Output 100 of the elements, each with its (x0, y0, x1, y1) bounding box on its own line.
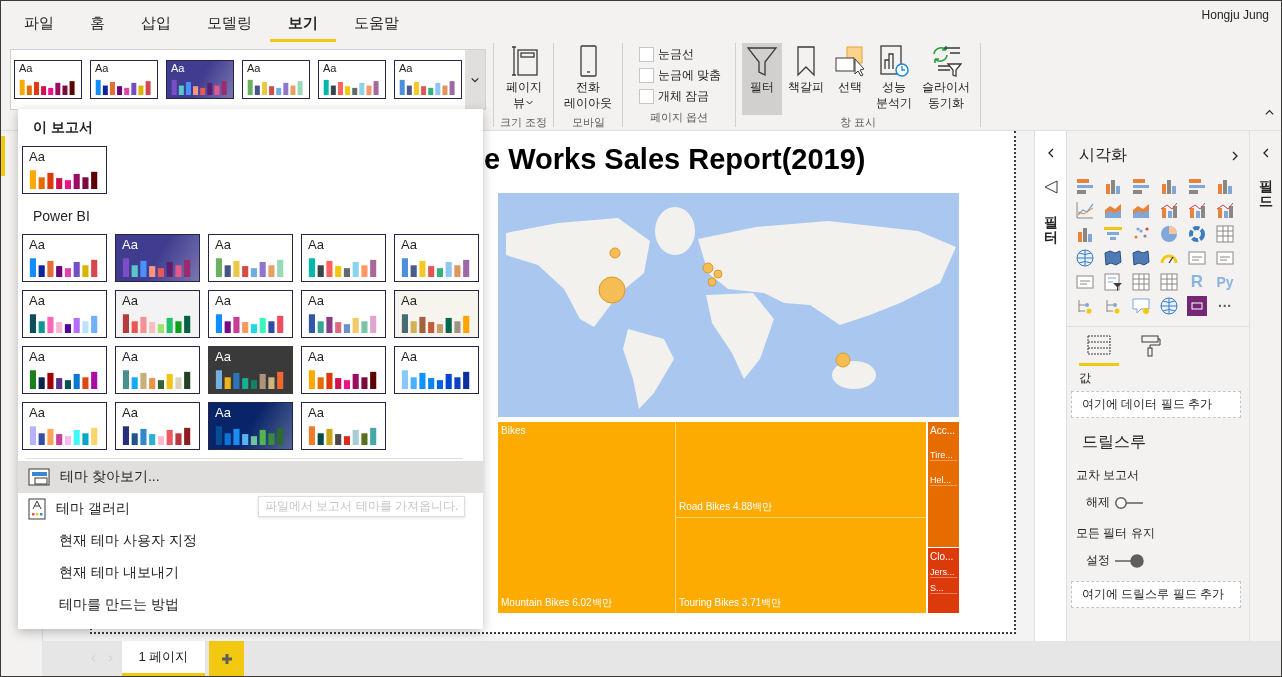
slicer-icon[interactable] (1103, 272, 1123, 292)
well-label: 값 (1078, 370, 1092, 387)
theme-swatch[interactable]: Aa (208, 346, 293, 394)
theme-swatch[interactable]: Aa (242, 60, 310, 99)
plus-icon (220, 652, 233, 665)
theme-swatch[interactable]: Aa (22, 234, 107, 282)
report-title: e Works Sales Report(2019) (484, 142, 867, 177)
theme-swatch[interactable]: Aa (318, 60, 386, 99)
user-name: Hongju Jung (1201, 7, 1270, 22)
filter-icon (1042, 179, 1059, 195)
combo-chart-icon[interactable] (1187, 200, 1207, 220)
custom-visual-icon[interactable] (1187, 296, 1207, 316)
theme-swatch[interactable]: Aa (301, 290, 386, 338)
map-icon[interactable] (1131, 248, 1151, 268)
pie-chart-icon[interactable] (1159, 224, 1179, 244)
menu-tab[interactable]: 홈 (72, 2, 123, 42)
globe-icon[interactable] (1159, 296, 1179, 316)
menu-tab[interactable]: 보기 (270, 2, 336, 42)
page-tab[interactable]: 1 페이지 (122, 641, 205, 676)
theme-swatch[interactable]: Aa (14, 60, 82, 99)
option-label: 교차 보고서 (1075, 467, 1141, 484)
theme-swatch[interactable]: Aa (22, 346, 107, 394)
drop-zone[interactable]: 여기에 드릴스루 필드 추가 (1071, 581, 1241, 608)
theme-swatch[interactable]: Aa (301, 346, 386, 394)
treemap-tile-label: S... (930, 582, 957, 594)
globe-icon[interactable] (1075, 248, 1095, 268)
theme-swatch[interactable]: Aa (301, 234, 386, 282)
treemap-tile-label: Tire... (930, 450, 957, 461)
ribbon-button[interactable]: 책갈피 (784, 43, 829, 116)
line-chart-icon[interactable] (1075, 200, 1095, 220)
theme-swatch[interactable]: Aa (394, 234, 479, 282)
ribbon-button[interactable]: 페이지 뷰 (501, 43, 546, 116)
bar-chart-icon[interactable] (1187, 176, 1207, 196)
combo-chart-icon[interactable] (1159, 200, 1179, 220)
table-icon[interactable] (1159, 272, 1179, 292)
pane-label[interactable]: 필드 (1258, 179, 1273, 210)
toggle-state-label: 설정 (1086, 552, 1110, 569)
group-label: 페이지 옵션 (650, 110, 709, 125)
treemap-group-label: Acc... (930, 425, 956, 436)
menu-item[interactable]: 테마를 만드는 방법 (18, 589, 483, 621)
menu-tab[interactable]: 삽입 (123, 2, 189, 42)
checkbox[interactable] (639, 89, 655, 104)
menu-item[interactable]: 현재 테마 사용자 지정 (18, 525, 483, 557)
toggle-state-label: 해제 (1086, 494, 1110, 511)
menu-item[interactable]: 현재 테마 내보내기 (18, 557, 483, 589)
pane-tab[interactable] (1079, 333, 1119, 366)
theme-swatch[interactable]: Aa (115, 346, 200, 394)
card-icon[interactable] (1215, 248, 1235, 268)
add-page-button[interactable] (209, 641, 244, 676)
theme-swatch[interactable]: Aa (115, 234, 200, 282)
theme-swatch[interactable]: Aa (208, 402, 293, 450)
toggle-switch[interactable] (1114, 553, 1144, 568)
menu-tab[interactable]: 파일 (6, 2, 72, 42)
theme-swatch[interactable]: Aa (22, 402, 107, 450)
table-icon[interactable] (1215, 224, 1235, 244)
collapse-ribbon-icon[interactable] (1264, 107, 1275, 118)
theme-swatch[interactable]: Aa (90, 60, 158, 99)
pane-title: 시각화 (1079, 145, 1127, 165)
theme-swatch[interactable]: Aa (208, 234, 293, 282)
theme-swatch[interactable]: Aa (22, 290, 107, 338)
donut-chart-icon[interactable] (1187, 224, 1207, 244)
theme-swatch[interactable]: Aa (394, 346, 479, 394)
ribbon-button[interactable]: 필터 (742, 43, 783, 116)
bar-chart-icon[interactable] (1075, 176, 1095, 196)
theme-swatch[interactable]: Aa (115, 290, 200, 338)
ribbon-button[interactable]: 슬라이서 동기화 (918, 43, 975, 116)
filter-icon (746, 44, 779, 78)
drop-zone[interactable]: 여기에 데이터 필드 추가 (1071, 391, 1241, 418)
sync-filter-icon (930, 44, 963, 78)
toggle-switch[interactable] (1114, 495, 1144, 510)
paint-roller-icon (1141, 335, 1161, 357)
treemap-tile[interactable]: Clo... Jers... S... (928, 547, 959, 613)
theme-swatch[interactable]: Aa (394, 60, 462, 99)
map-icon[interactable] (1103, 248, 1123, 268)
checkbox[interactable] (639, 47, 655, 62)
combo-chart-icon[interactable] (1215, 200, 1235, 220)
pane-label[interactable]: 필터 (1043, 215, 1058, 246)
theme-swatch[interactable]: Aa (208, 290, 293, 338)
ribbon-button[interactable]: 성능 분석기 (872, 43, 917, 116)
theme-swatch[interactable]: Aa (394, 290, 479, 338)
card-icon[interactable] (1075, 272, 1095, 292)
theme-swatch[interactable]: Aa (301, 402, 386, 450)
menu-tab[interactable]: 모델링 (189, 2, 270, 42)
visual-type-button[interactable]: ··· (1215, 296, 1235, 316)
speech-bubble-icon[interactable] (1131, 296, 1151, 316)
stopwatch-chart-icon (878, 44, 911, 78)
ribbon-button[interactable]: 전화 레이아웃 (560, 43, 617, 116)
menu-item[interactable]: 테마 찾아보기... (18, 461, 483, 493)
menu-tab[interactable]: 도움말 (336, 2, 417, 42)
ribbon-button[interactable]: 선택 (830, 43, 871, 116)
theme-swatch[interactable]: Aa (22, 146, 107, 194)
theme-swatch[interactable]: Aa (166, 60, 234, 99)
tooltip: 파일에서 보고서 테마를 가져옵니다. (258, 496, 466, 517)
bar-chart-icon[interactable] (1131, 176, 1151, 196)
treemap-tile-label: Hel... (930, 475, 957, 486)
group-label: 크기 조정 (500, 115, 548, 131)
treemap-group-label: Clo... (930, 550, 955, 562)
checkbox[interactable] (639, 68, 655, 83)
theme-swatch[interactable]: Aa (115, 402, 200, 450)
card-icon[interactable] (1187, 248, 1207, 268)
